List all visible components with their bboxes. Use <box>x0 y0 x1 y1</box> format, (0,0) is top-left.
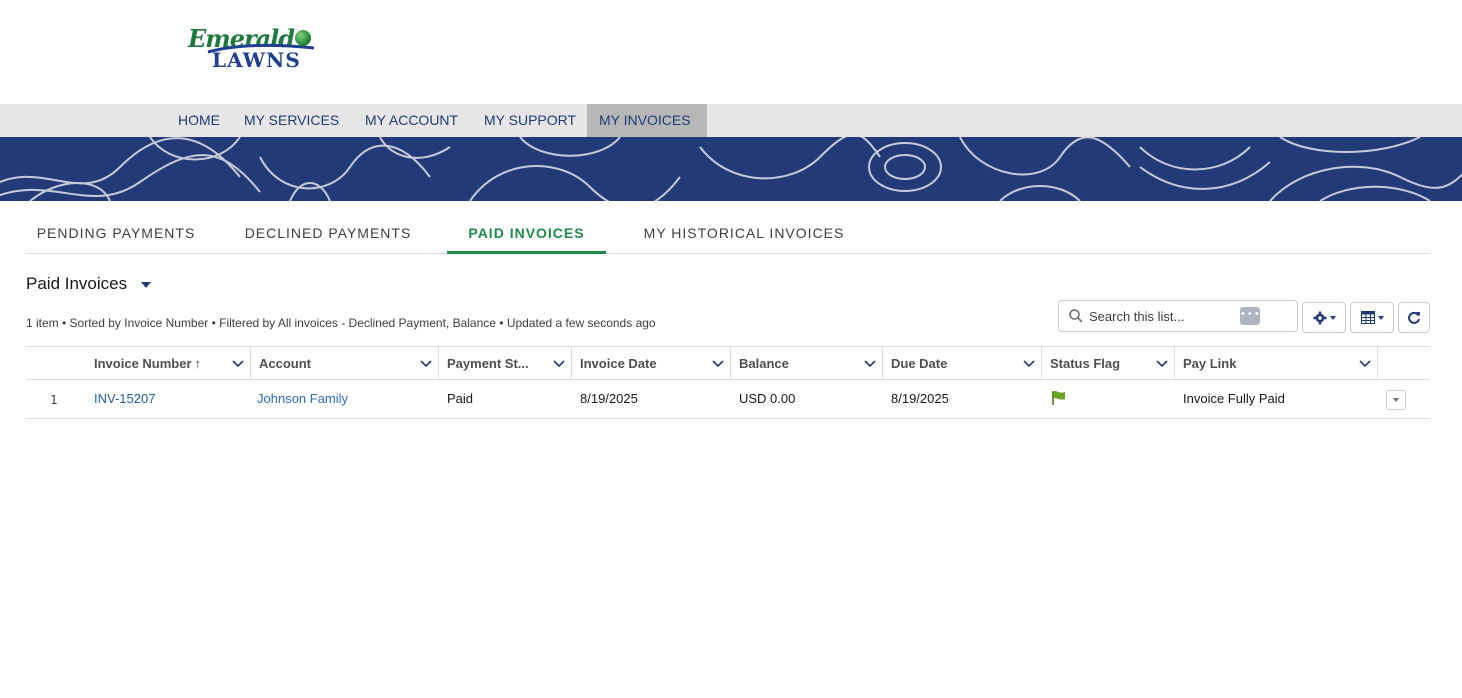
chevron-down-icon[interactable] <box>420 347 432 380</box>
pay-link-cell: Invoice Fully Paid <box>1183 391 1285 406</box>
caret-down-icon <box>141 282 152 288</box>
account-link[interactable]: Johnson Family <box>249 380 437 418</box>
chevron-down-icon <box>1377 315 1384 320</box>
list-settings-button[interactable] <box>1302 302 1346 333</box>
search-options-icon[interactable]: ••• <box>1240 307 1260 325</box>
chevron-down-icon[interactable] <box>1156 347 1168 380</box>
column-header-due-date[interactable]: Due Date <box>883 347 1042 380</box>
column-header-status-flag[interactable]: Status Flag <box>1042 347 1175 380</box>
logo-ball-icon <box>295 30 311 46</box>
nav-my-services[interactable]: MY SERVICES <box>232 104 351 137</box>
chevron-down-icon[interactable] <box>553 347 565 380</box>
chevron-down-icon[interactable] <box>1023 347 1035 380</box>
search-box[interactable]: ••• <box>1058 300 1298 332</box>
payment-status-cell: Paid <box>447 391 474 406</box>
table-row: 1 INV-15207 Johnson Family Paid 8/19/202… <box>26 380 1430 419</box>
main-nav: HOME MY SERVICES MY ACCOUNT MY SUPPORT M… <box>0 104 1462 137</box>
column-label: Due Date <box>891 356 948 371</box>
logo-block-text: LAWNS <box>212 48 301 72</box>
list-view-selector[interactable]: Paid Invoices <box>26 274 152 294</box>
search-icon <box>1069 309 1083 323</box>
chevron-down-icon <box>1329 315 1336 320</box>
nav-home[interactable]: HOME <box>166 104 232 137</box>
topographic-banner <box>0 137 1462 201</box>
status-flag-cell <box>1042 380 1175 418</box>
column-header-account[interactable]: Account <box>251 347 439 380</box>
nav-my-support[interactable]: MY SUPPORT <box>472 104 588 137</box>
column-label: Payment St... <box>447 356 529 371</box>
refresh-button[interactable] <box>1398 302 1430 333</box>
refresh-icon <box>1408 311 1420 324</box>
chevron-down-icon[interactable] <box>232 347 244 380</box>
list-meta-info: 1 item • Sorted by Invoice Number • Filt… <box>26 316 656 330</box>
balance-cell: USD 0.00 <box>739 391 796 406</box>
row-actions-button[interactable] <box>1386 390 1406 410</box>
chevron-down-icon[interactable] <box>864 347 876 380</box>
column-header-pay-link[interactable]: Pay Link <box>1175 347 1378 380</box>
site-header: Emerald LAWNS <box>0 0 1462 104</box>
display-as-button[interactable] <box>1350 302 1394 333</box>
column-label: Account <box>259 356 311 371</box>
settings-gear-icon <box>1313 311 1326 324</box>
nav-my-invoices[interactable]: MY INVOICES <box>587 104 707 137</box>
column-label: Pay Link <box>1183 356 1237 371</box>
contour-lines-graphic <box>0 137 1462 201</box>
due-date-cell: 8/19/2025 <box>891 391 949 406</box>
emerald-lawns-logo[interactable]: Emerald LAWNS <box>186 24 328 72</box>
tab-pending-payments[interactable]: PENDING PAYMENTS <box>26 216 206 254</box>
column-header-invoice-date[interactable]: Invoice Date <box>572 347 731 380</box>
column-header-balance[interactable]: Balance <box>731 347 883 380</box>
column-header-invoice-number[interactable]: Invoice Number ↑ <box>86 347 251 380</box>
column-header-payment-status[interactable]: Payment St... <box>439 347 572 380</box>
sort-ascending-icon: ↑ <box>194 356 202 371</box>
column-label: Invoice Number <box>94 356 192 371</box>
chevron-down-icon[interactable] <box>712 347 724 380</box>
invoices-table: Invoice Number ↑ Account Payment St... In… <box>26 346 1430 419</box>
tab-my-historical-invoices[interactable]: MY HISTORICAL INVOICES <box>634 216 854 254</box>
invoice-number-link[interactable]: INV-15207 <box>86 380 251 418</box>
tab-declined-payments[interactable]: DECLINED PAYMENTS <box>234 216 422 254</box>
table-header-row: Invoice Number ↑ Account Payment St... In… <box>26 346 1430 380</box>
row-number: 1 <box>50 393 58 407</box>
column-label: Invoice Date <box>580 356 657 371</box>
invoice-tabs: PENDING PAYMENTS DECLINED PAYMENTS PAID … <box>26 216 1430 254</box>
chevron-down-icon <box>1393 398 1399 402</box>
column-label: Status Flag <box>1050 356 1121 371</box>
tab-paid-invoices[interactable]: PAID INVOICES <box>447 216 606 254</box>
column-label: Balance <box>739 356 789 371</box>
invoice-date-cell: 8/19/2025 <box>580 391 638 406</box>
green-flag-icon <box>1052 391 1065 406</box>
table-view-icon <box>1360 311 1375 324</box>
chevron-down-icon[interactable] <box>1359 347 1371 380</box>
nav-my-account[interactable]: MY ACCOUNT <box>353 104 470 137</box>
list-title: Paid Invoices <box>26 274 128 293</box>
search-input[interactable] <box>1089 301 1239 331</box>
